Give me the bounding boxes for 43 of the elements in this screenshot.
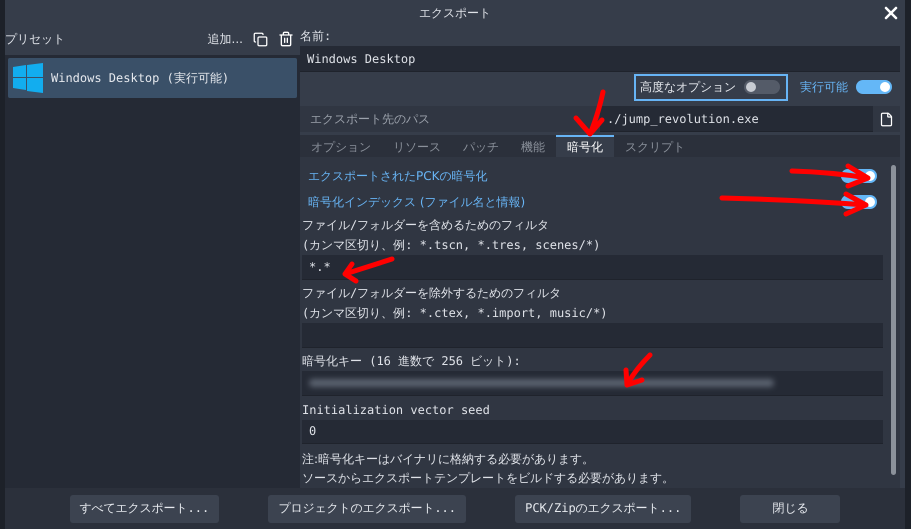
name-field[interactable]: Windows Desktop xyxy=(300,46,900,72)
presets-label: プリセット xyxy=(5,30,65,48)
tab[interactable]: 暗号化 xyxy=(556,135,614,157)
note-text: 注:暗号化キーはバイナリに格納する必要があります。 ソースからエクスポートテンプレートをビルドする必要があります。 xyxy=(302,451,675,488)
scrollbar[interactable] xyxy=(891,165,896,475)
annotation-arrow xyxy=(624,352,652,388)
windows-logo-icon xyxy=(13,63,43,93)
footer-button[interactable]: 閉じる xyxy=(740,494,840,522)
field-label: 暗号化キー (16 進数で 256 ビット): xyxy=(302,352,521,370)
tab[interactable]: 機能 xyxy=(510,135,556,157)
field-hint: (カンマ区切り、例: *.ctex, *.import, music/*) xyxy=(302,304,608,322)
setting-label: 暗号化インデックス (ファイル名と情報) xyxy=(308,194,526,211)
option-group[interactable]: 実行可能 xyxy=(794,74,900,100)
field-label: ファイル/フォルダーを除外するためのフィルタ xyxy=(302,284,562,302)
input-field[interactable]: *.* xyxy=(302,255,883,280)
option-group[interactable]: 高度なオプション xyxy=(634,74,788,100)
toggle-switch[interactable] xyxy=(744,80,780,94)
tab[interactable]: パッチ xyxy=(452,135,510,157)
field-hint: (カンマ区切り、例: *.tscn, *.tres, scenes/*) xyxy=(302,236,600,254)
name-label: 名前: xyxy=(300,28,332,44)
option-label: 実行可能 xyxy=(800,78,848,96)
annotation-arrow xyxy=(342,256,394,284)
field-label: Initialization vector seed xyxy=(302,402,490,419)
add-link[interactable]: 追加... xyxy=(208,30,243,48)
footer-button[interactable]: すべてエクスポート... xyxy=(70,494,220,522)
tab[interactable]: スクリプト xyxy=(614,135,696,157)
toggle-switch[interactable] xyxy=(856,80,892,94)
footer-button[interactable]: プロジェクトのエクスポート... xyxy=(268,494,466,522)
annotation-arrow xyxy=(574,90,606,136)
dialog-title: エクスポート xyxy=(419,4,491,22)
preset-item[interactable]: Windows Desktop (実行可能) xyxy=(8,58,297,98)
delete-icon[interactable] xyxy=(278,31,294,47)
tab[interactable]: オプション xyxy=(300,135,382,157)
path-label: エクスポート先のパス xyxy=(309,110,431,128)
option-label: 高度なオプション xyxy=(640,78,736,96)
setting-label: エクスポートされたPCKの暗号化 xyxy=(308,168,488,185)
field-label: ファイル/フォルダーを含めるためのフィルタ xyxy=(302,216,550,234)
footer-button[interactable]: PCK/Zipのエクスポート... xyxy=(515,494,692,522)
tab[interactable]: リソース xyxy=(382,135,452,157)
path-field[interactable]: ./jump_revolution.exe xyxy=(600,106,873,132)
input-field[interactable]: 0 xyxy=(302,420,883,444)
duplicate-icon[interactable] xyxy=(253,32,268,46)
key-field[interactable] xyxy=(302,371,883,396)
